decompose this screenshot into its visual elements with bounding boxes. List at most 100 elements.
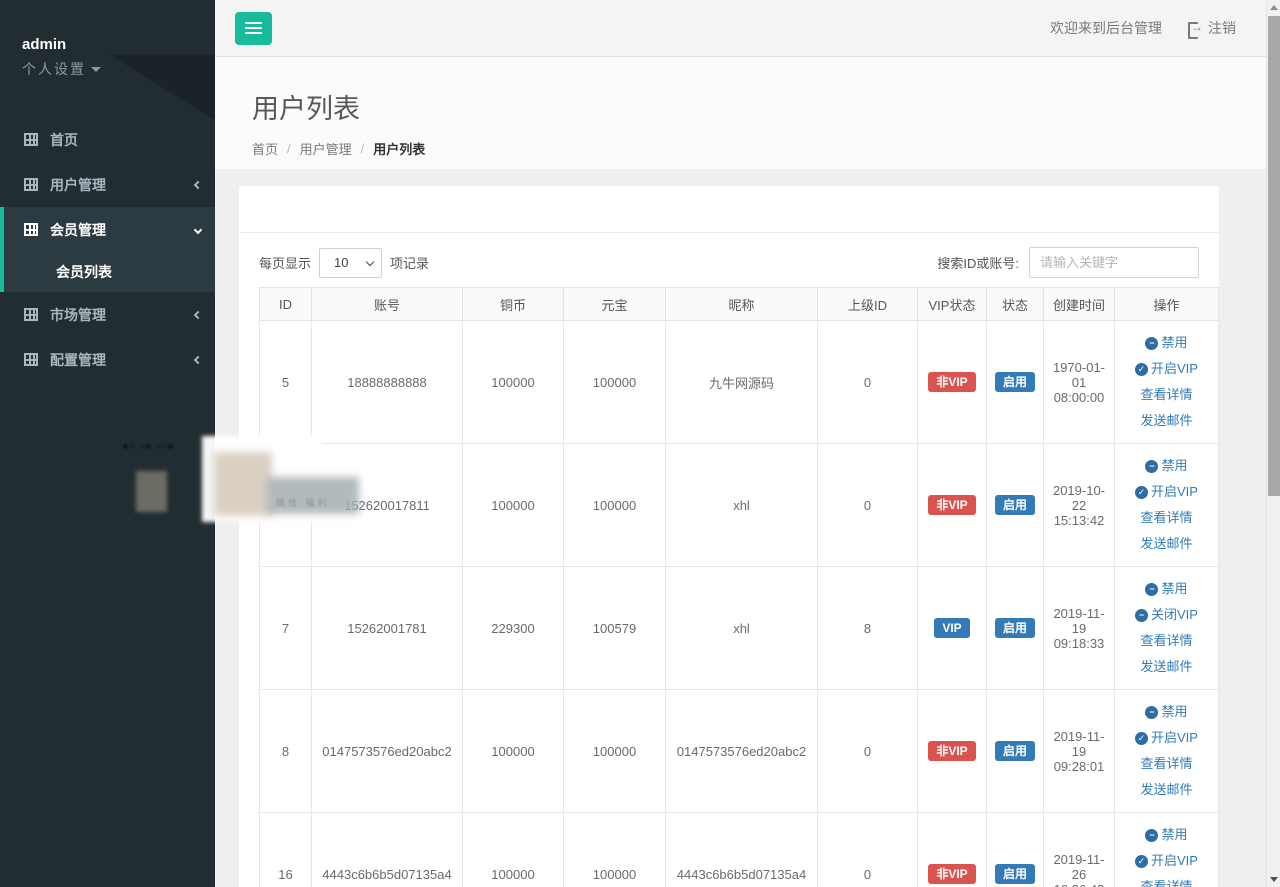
user-settings-dropdown[interactable]: 个人设置 — [22, 59, 215, 79]
action-label: 开启VIP — [1151, 725, 1198, 751]
sidebar-item-market-management[interactable]: 市场管理 — [0, 292, 215, 337]
grid-icon — [24, 133, 38, 146]
column-header-vip-status: VIP状态 — [918, 288, 987, 321]
action-link[interactable]: 发送邮件 — [1119, 531, 1214, 557]
cell-parent-id: 8 — [818, 567, 918, 690]
action-label: 查看详情 — [1140, 382, 1192, 408]
column-header-status: 状态 — [987, 288, 1044, 321]
vip-badge: 非VIP — [928, 864, 975, 884]
user-list-panel: 每页显示 10 项记录 搜索ID或账号: — [239, 186, 1219, 887]
action-link[interactable]: 查看详情 — [1119, 382, 1214, 408]
navbar-right: 欢迎来到后台管理 注销 — [1050, 18, 1236, 38]
action-label: 开启VIP — [1151, 356, 1198, 382]
minus-circle-icon: − — [1145, 460, 1158, 473]
action-link[interactable]: 发送邮件 — [1119, 654, 1214, 680]
user-table: ID 账号 铜币 元宝 昵称 上级ID VIP状态 状态 创建时间 操作 — [259, 287, 1219, 887]
per-page-select[interactable]: 10 — [319, 248, 382, 278]
table-row: 5 18888888888 100000 100000 九牛网源码 0 非VIP… — [260, 321, 1219, 444]
cell-copper: 229300 — [463, 567, 564, 690]
cell-yuanbao: 100579 — [564, 567, 666, 690]
breadcrumb-user-management[interactable]: 用户管理 — [300, 139, 352, 158]
action-link[interactable]: 发送邮件 — [1119, 777, 1214, 803]
scrollbar-thumb[interactable] — [1268, 16, 1280, 496]
cell-vip-status: 非VIP — [918, 444, 987, 567]
cell-created: 2019-11-19 09:18:33 — [1044, 567, 1115, 690]
check-circle-icon: ✓ — [1135, 855, 1148, 868]
scroll-up-button[interactable] — [1267, 0, 1280, 15]
table-row: 8 0147573576ed20abc2 100000 100000 01475… — [260, 690, 1219, 813]
cell-actions: −禁用−关闭VIP查看详情发送邮件 — [1115, 567, 1219, 690]
logout-label: 注销 — [1208, 18, 1236, 38]
table-controls: 每页显示 10 项记录 搜索ID或账号: — [259, 247, 1199, 278]
chevron-left-icon — [194, 355, 202, 363]
cell-vip-status: 非VIP — [918, 690, 987, 813]
action-link[interactable]: 发送邮件 — [1119, 408, 1214, 434]
action-link[interactable]: ✓开启VIP — [1119, 479, 1214, 505]
sidebar-item-config-management[interactable]: 配置管理 — [0, 337, 215, 382]
vertical-scrollbar[interactable] — [1266, 0, 1280, 887]
vip-badge: 非VIP — [928, 372, 975, 392]
user-settings-label: 个人设置 — [22, 59, 86, 79]
page-title: 用户列表 — [252, 87, 1266, 126]
cell-actions: −禁用✓开启VIP查看详情发送邮件 — [1115, 813, 1219, 887]
action-link[interactable]: −关闭VIP — [1119, 602, 1214, 628]
action-link[interactable]: ✓开启VIP — [1119, 356, 1214, 382]
logout-button[interactable]: 注销 — [1188, 18, 1236, 38]
sidebar-item-user-management[interactable]: 用户管理 — [0, 162, 215, 207]
search-input[interactable] — [1029, 247, 1199, 278]
sign-out-icon — [1188, 22, 1201, 35]
check-circle-icon: ✓ — [1135, 363, 1148, 376]
action-link[interactable]: −禁用 — [1119, 822, 1214, 848]
cell-nickname: 0147573576ed20abc2 — [666, 690, 818, 813]
cell-created: 2019-11-26 10:36:42 — [1044, 813, 1115, 887]
minus-circle-icon: − — [1135, 609, 1148, 622]
cell-nickname: 4443c6b6b5d07135a4 — [666, 813, 818, 887]
action-link[interactable]: ✓开启VIP — [1119, 848, 1214, 874]
check-circle-icon: ✓ — [1135, 732, 1148, 745]
sidebar-subitem-member-list[interactable]: 会员列表 — [4, 252, 215, 292]
action-label: 发送邮件 — [1140, 777, 1192, 803]
sidebar-item-member-management[interactable]: 会员管理 — [4, 207, 215, 252]
column-header-created: 创建时间 — [1044, 288, 1115, 321]
breadcrumb-home[interactable]: 首页 — [252, 139, 278, 158]
action-link[interactable]: −禁用 — [1119, 576, 1214, 602]
action-link[interactable]: −禁用 — [1119, 699, 1214, 725]
vip-badge: 非VIP — [928, 741, 975, 761]
action-label: 禁用 — [1161, 699, 1187, 725]
action-label: 开启VIP — [1151, 848, 1198, 874]
vip-badge: VIP — [934, 618, 969, 638]
sidebar-item-label: 配置管理 — [50, 350, 106, 370]
action-link[interactable]: −禁用 — [1119, 453, 1214, 479]
column-header-copper: 铜币 — [463, 288, 564, 321]
user-block: admin 个人设置 — [0, 0, 215, 79]
sidebar-item-home[interactable]: 首页 — [0, 117, 215, 162]
cell-status: 启用 — [987, 567, 1044, 690]
sidebar-item-label: 用户管理 — [50, 175, 106, 195]
scroll-down-button[interactable] — [1267, 872, 1280, 887]
search-label: 搜索ID或账号: — [937, 253, 1019, 272]
cell-created: 2019-11-19 09:28:01 — [1044, 690, 1115, 813]
breadcrumb-separator: / — [287, 141, 291, 156]
vip-badge: 非VIP — [928, 495, 975, 515]
chevron-down-icon — [194, 225, 202, 233]
cell-status: 启用 — [987, 690, 1044, 813]
sidebar-toggle-button[interactable] — [235, 12, 272, 45]
action-label: 关闭VIP — [1151, 602, 1198, 628]
action-link[interactable]: ✓开启VIP — [1119, 725, 1214, 751]
action-link[interactable]: 查看详情 — [1119, 505, 1214, 531]
scroll-down-icon — [1270, 877, 1278, 882]
action-link[interactable]: 查看详情 — [1119, 874, 1214, 887]
action-link[interactable]: 查看详情 — [1119, 751, 1214, 777]
cell-account: 4443c6b6b5d07135a4 — [312, 813, 463, 887]
status-badge: 启用 — [995, 618, 1035, 638]
page-heading: 用户列表 首页 / 用户管理 / 用户列表 — [215, 57, 1266, 169]
cell-actions: −禁用✓开启VIP查看详情发送邮件 — [1115, 690, 1219, 813]
action-label: 禁用 — [1161, 330, 1187, 356]
action-link[interactable]: 查看详情 — [1119, 628, 1214, 654]
action-link[interactable]: −禁用 — [1119, 330, 1214, 356]
action-label: 发送邮件 — [1140, 531, 1192, 557]
sidebar-item-label: 首页 — [50, 130, 78, 150]
grid-icon — [24, 308, 38, 321]
table-row: 7 15262001781 229300 100579 xhl 8 VIP 启用… — [260, 567, 1219, 690]
sidebar-group-member-management: 会员管理 会员列表 — [0, 207, 215, 292]
